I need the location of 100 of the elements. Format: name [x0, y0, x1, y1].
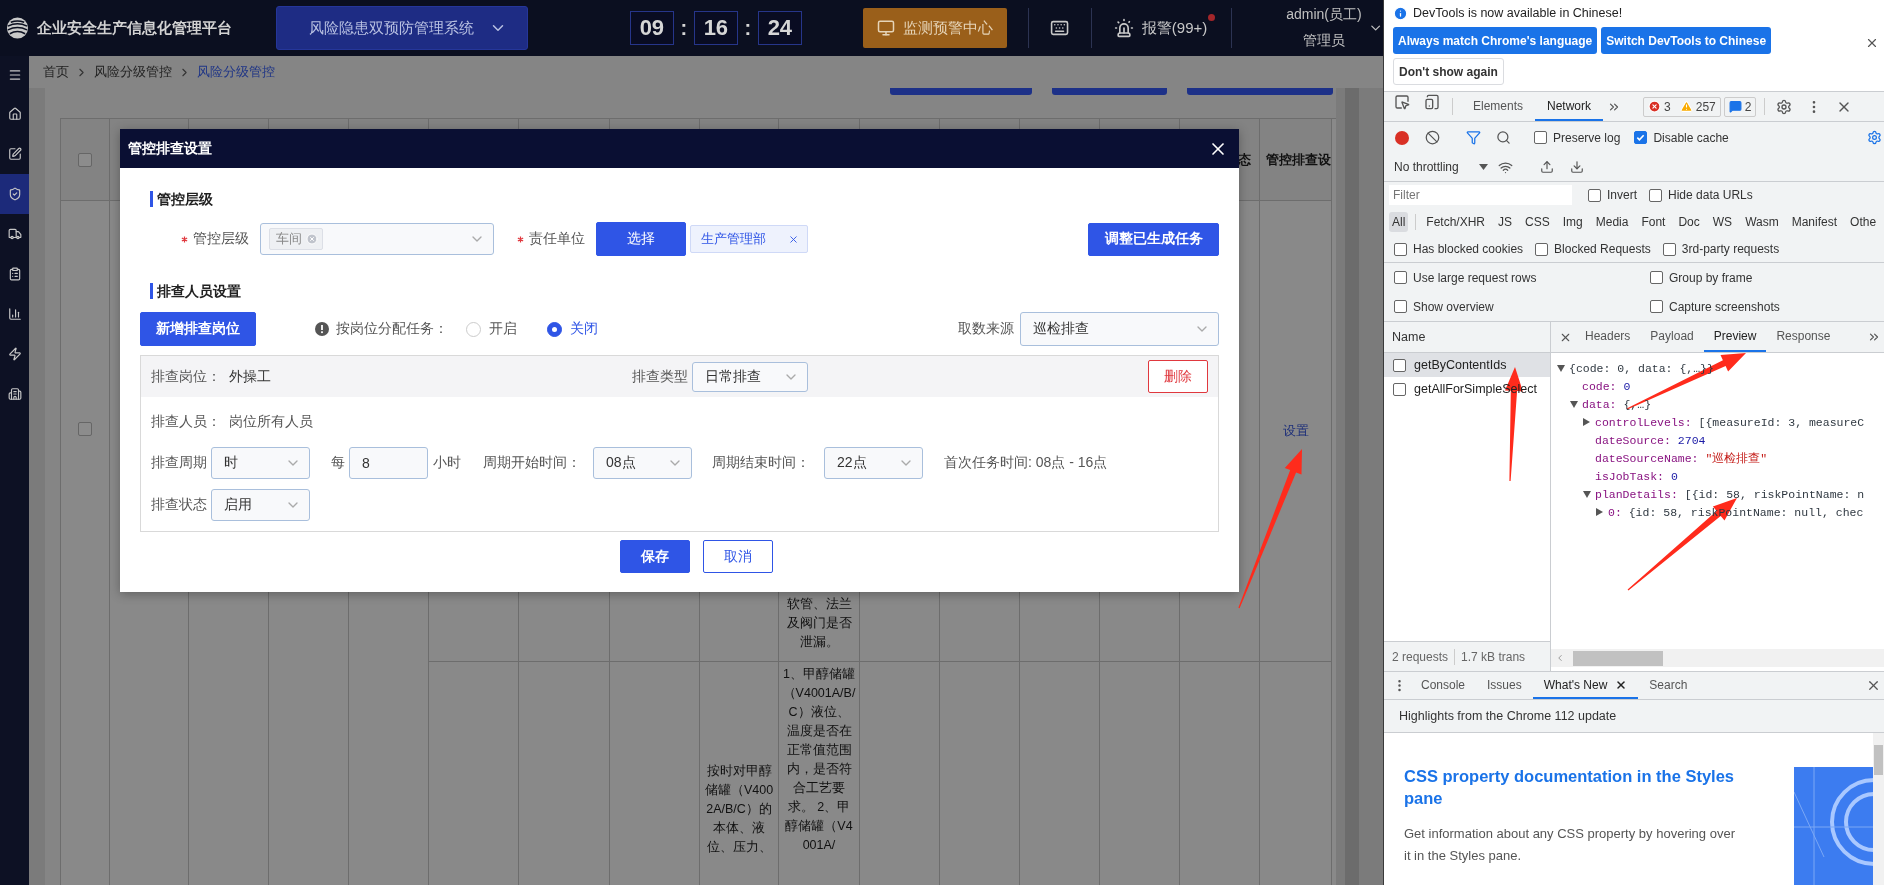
filter-icon[interactable] — [1465, 130, 1481, 145]
field-label: 周期结束时间： — [712, 454, 810, 472]
setting-checkbox[interactable] — [1650, 271, 1663, 284]
more-tabs-icon[interactable] — [1867, 330, 1881, 344]
issues-badge[interactable]: 3 257 — [1643, 96, 1721, 117]
panel-tab[interactable]: Elements — [1461, 92, 1536, 121]
column-header: 态 — [1238, 150, 1251, 169]
upload-icon[interactable] — [1539, 160, 1554, 174]
status-select[interactable]: 启用 — [211, 489, 310, 521]
language-button[interactable]: Switch DevTools to Chinese — [1601, 27, 1772, 54]
type-filter[interactable]: CSS — [1522, 212, 1553, 232]
setting-checkbox[interactable] — [1394, 271, 1407, 284]
select-all-checkbox[interactable] — [78, 152, 92, 167]
request-checkbox[interactable] — [1393, 358, 1406, 372]
download-icon[interactable] — [1569, 160, 1584, 174]
detail-tab[interactable]: Headers — [1575, 322, 1641, 352]
user-name[interactable]: admin(员工) — [1286, 6, 1362, 24]
type-filter[interactable]: Wasm — [1742, 212, 1782, 232]
cancel-button[interactable]: 取消 — [702, 540, 773, 573]
start-time-select[interactable]: 08点 — [593, 447, 692, 479]
choose-button[interactable]: 选择 — [596, 222, 686, 256]
option-checkbox[interactable] — [1662, 242, 1676, 256]
monitor-button[interactable]: 监测预警中心 — [862, 8, 1007, 48]
dismiss-button[interactable]: Don't show again — [1393, 58, 1504, 85]
option-checkbox[interactable] — [1535, 242, 1549, 256]
json-line: planDetails: [{id: 58, riskPointName: n — [1595, 487, 1865, 501]
alarm-label[interactable]: 报警(99+) — [1141, 18, 1208, 38]
triangle-right-icon[interactable] — [1596, 508, 1603, 516]
triangle-right-icon[interactable] — [1583, 418, 1590, 426]
level-tag: 车间 — [269, 228, 323, 250]
breadcrumb-link[interactable]: 风险分级管控 — [94, 63, 172, 81]
sidebar-item[interactable] — [0, 174, 29, 214]
device-toolbar-icon[interactable] — [1424, 94, 1440, 110]
settings-icon[interactable] — [1776, 98, 1793, 115]
drawer-tab[interactable]: Console — [1410, 672, 1477, 699]
setting-checkbox[interactable] — [1394, 300, 1407, 313]
option-checkbox[interactable] — [1394, 242, 1407, 256]
throttling-select[interactable]: No throttling — [1394, 160, 1459, 174]
radio-option[interactable]: 关闭 — [547, 320, 598, 338]
type-select[interactable]: 日常排查 — [692, 361, 808, 392]
close-button[interactable] — [1865, 36, 1879, 50]
radio-option[interactable]: 开启 — [466, 320, 517, 338]
settings-icon[interactable] — [1866, 130, 1882, 145]
article-title-link[interactable]: CSS property documentation in the Styles pane — [1404, 765, 1744, 809]
vertical-scrollbar[interactable] — [1345, 88, 1359, 885]
settings-link[interactable]: 设置 — [1282, 422, 1309, 440]
option-checkbox[interactable] — [1649, 188, 1662, 202]
interval-input[interactable]: 8 — [349, 447, 428, 479]
add-post-button[interactable]: 新增排查岗位 — [140, 312, 256, 346]
search-icon[interactable] — [1495, 130, 1511, 145]
type-filter[interactable]: Img — [1559, 212, 1586, 232]
drawer-tab[interactable]: Issues — [1476, 672, 1533, 699]
request-row[interactable]: getByContentIds — [1384, 353, 1550, 377]
breadcrumb-link[interactable]: 首页 — [43, 63, 69, 81]
cycle-select[interactable]: 时 — [211, 447, 310, 479]
type-filter[interactable]: Manifest — [1788, 212, 1841, 232]
row-checkbox[interactable] — [78, 422, 92, 436]
type-filter[interactable]: Media — [1592, 212, 1632, 232]
language-button[interactable]: Always match Chrome's language — [1393, 27, 1598, 54]
vertical-scrollbar[interactable] — [1873, 733, 1884, 885]
messages-badge[interactable]: 2 — [1723, 96, 1757, 117]
end-time-select[interactable]: 22点 — [824, 447, 923, 479]
platform-title: 企业安全生产信息化管理平台 — [36, 18, 232, 38]
option-checkbox[interactable] — [1634, 131, 1648, 144]
close-tab-icon[interactable] — [1615, 678, 1628, 691]
type-filter[interactable]: WS — [1709, 212, 1736, 232]
option-checkbox[interactable] — [1534, 131, 1547, 144]
clear-icon[interactable] — [1424, 130, 1440, 145]
record-icon[interactable] — [1394, 129, 1410, 146]
triangle-down-icon[interactable] — [1570, 400, 1578, 408]
alarm-icon[interactable] — [1113, 18, 1134, 38]
type-filter[interactable]: Fetch/XHR — [1423, 212, 1489, 232]
dropdown-triangle-icon[interactable] — [1478, 164, 1488, 170]
system-dropdown[interactable]: 风险隐患双预防管理系统 — [275, 6, 528, 50]
save-button[interactable]: 保存 — [619, 540, 690, 573]
type-filter[interactable]: Othe — [1847, 212, 1880, 232]
detail-tab[interactable]: Response — [1766, 322, 1841, 352]
request-checkbox[interactable] — [1393, 382, 1406, 396]
keyboard-icon[interactable] — [1049, 18, 1069, 38]
remove-tag-icon[interactable] — [788, 233, 799, 245]
delete-button[interactable]: 删除 — [1148, 360, 1208, 393]
source-select[interactable]: 巡检排查 — [1020, 312, 1219, 346]
clock-digits: 09 — [629, 11, 674, 45]
type-filter[interactable]: All — [1389, 212, 1409, 232]
detail-tab[interactable]: Preview — [1703, 322, 1767, 352]
setting-checkbox[interactable] — [1650, 300, 1663, 313]
type-filter[interactable]: Font — [1638, 212, 1669, 232]
type-filter[interactable]: Doc — [1675, 212, 1703, 232]
adjust-tasks-button[interactable]: 调整已生成任务 — [1088, 222, 1219, 256]
option-checkbox[interactable] — [1588, 188, 1601, 202]
type-filter[interactable]: JS — [1495, 212, 1516, 232]
triangle-down-icon[interactable] — [1557, 364, 1565, 372]
inspect-icon[interactable] — [1394, 94, 1410, 110]
horizontal-scrollbar[interactable] — [1551, 649, 1884, 667]
network-conditions-icon[interactable] — [1498, 159, 1514, 175]
detail-tab[interactable]: Payload — [1640, 322, 1704, 352]
drawer-tab[interactable]: Search — [1638, 672, 1699, 699]
triangle-down-icon[interactable] — [1583, 490, 1591, 498]
filter-input[interactable]: Filter — [1389, 185, 1572, 205]
article-text: Get information about any CSS property by hovering over it in the Styles pane. — [1404, 825, 1736, 865]
